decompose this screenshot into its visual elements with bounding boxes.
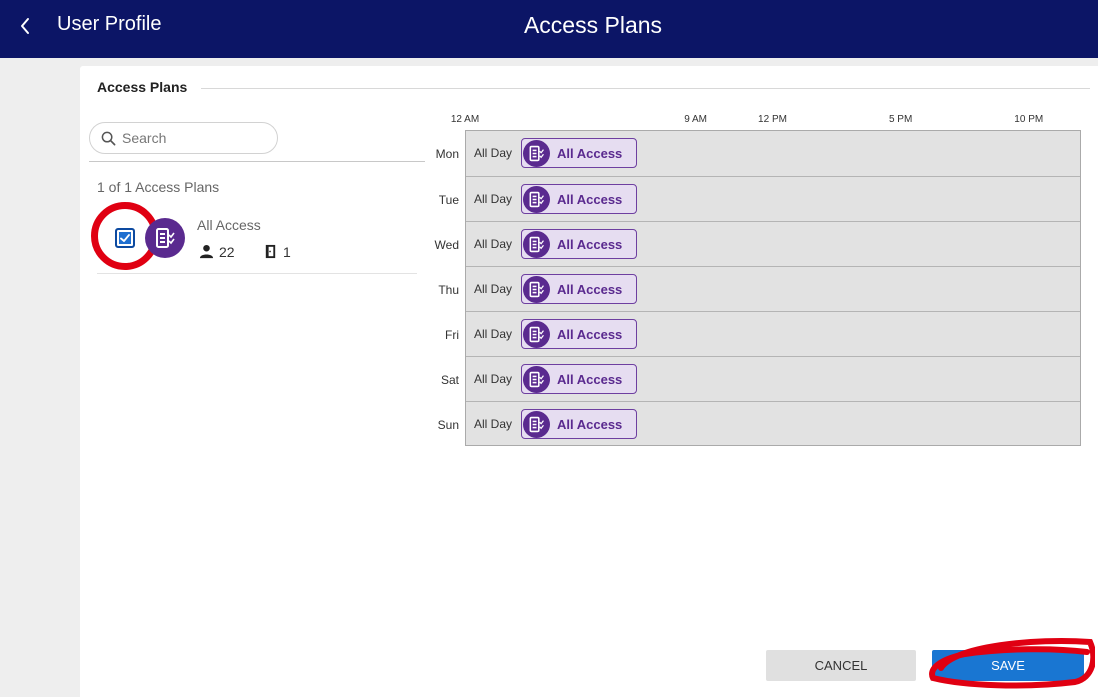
day-label: Fri <box>445 328 459 342</box>
day-label: Sat <box>440 373 459 387</box>
access-plan-icon <box>523 231 550 258</box>
schedule-row-fri: Fri All Day All Access <box>445 311 1080 356</box>
weekly-schedule: Mon All Day All Access Tue All Day All Access… <box>435 130 1081 446</box>
time-range-label: All Day <box>474 237 513 251</box>
person-icon <box>199 244 214 259</box>
time-range-label: All Day <box>474 327 513 341</box>
hour-tick-label: 5 PM <box>888 114 913 125</box>
chip-label: All Access <box>557 237 623 252</box>
day-label: Wed <box>434 238 459 252</box>
chip-label: All Access <box>557 327 623 342</box>
results-count: 1 of 1 Access Plans <box>97 179 220 195</box>
access-plan-icon <box>523 186 550 213</box>
chip-label: All Access <box>557 192 623 207</box>
schedule-row-wed: Wed All Day All Access <box>435 221 1080 266</box>
save-button[interactable]: SAVE <box>932 650 1084 681</box>
access-plan-icon <box>145 218 185 258</box>
plan-name: All Access <box>197 217 261 233</box>
access-plan-chip[interactable]: All Access <box>521 229 637 259</box>
access-plan-icon <box>523 411 550 438</box>
time-range-label: All Day <box>474 146 513 160</box>
hour-tick-label: 12 AM <box>450 114 480 125</box>
time-range-label: All Day <box>474 192 513 206</box>
time-range-label: All Day <box>474 282 513 296</box>
access-plan-chip[interactable]: All Access <box>521 274 637 304</box>
day-label: Sun <box>437 418 459 432</box>
day-label: Mon <box>435 147 459 161</box>
access-plan-chip[interactable]: All Access <box>521 184 637 214</box>
time-range-label: All Day <box>474 372 513 386</box>
time-range-label: All Day <box>474 417 513 431</box>
schedule-row-mon: Mon All Day All Access <box>436 131 1080 176</box>
schedule-row-tue: Tue All Day All Access <box>439 176 1080 221</box>
access-plan-chip[interactable]: All Access <box>521 364 637 394</box>
hour-tick-label: 10 PM <box>1014 114 1044 125</box>
panel-title: Access Plans <box>97 79 188 95</box>
chip-label: All Access <box>557 372 623 387</box>
day-label: Thu <box>438 283 459 297</box>
schedule-row-sat: Sat All Day All Access <box>441 356 1080 401</box>
access-plans-panel: Access Plans 1 of 1 Access Plans All Acc… <box>80 66 1098 697</box>
cancel-button[interactable]: CANCEL <box>766 650 916 681</box>
page-title: Access Plans <box>523 12 663 38</box>
access-plan-chip[interactable]: All Access <box>521 319 637 349</box>
access-plan-icon <box>523 276 550 303</box>
day-label: Tue <box>438 193 459 207</box>
divider <box>89 161 425 162</box>
access-plan-chip[interactable]: All Access <box>521 409 637 439</box>
hour-axis: 12 AM 9 AM 12 PM 5 PM 10 PM <box>440 114 1098 128</box>
search-box[interactable] <box>89 122 278 154</box>
users-count: 22 <box>219 244 235 260</box>
schedule-row-sun: Sun All Day All Access <box>438 401 1080 446</box>
top-app-bar: User Profile Access Plans <box>0 0 1098 58</box>
divider <box>201 88 1090 89</box>
hour-tick-label: 9 AM <box>684 114 708 125</box>
access-plan-chip[interactable]: All Access <box>521 138 637 168</box>
chip-label: All Access <box>557 146 623 161</box>
hour-tick-label: 12 PM <box>758 114 787 125</box>
chip-label: All Access <box>557 282 623 297</box>
door-icon <box>265 244 276 259</box>
search-input[interactable] <box>122 129 270 147</box>
access-plan-icon <box>523 321 550 348</box>
access-plan-list-item[interactable]: All Access 22 1 <box>91 202 417 274</box>
access-plan-icon <box>523 140 550 167</box>
chip-label: All Access <box>557 417 623 432</box>
schedule-row-thu: Thu All Day All Access <box>438 266 1080 311</box>
search-icon <box>101 131 116 146</box>
doors-count: 1 <box>283 244 291 260</box>
access-plan-icon <box>523 366 550 393</box>
